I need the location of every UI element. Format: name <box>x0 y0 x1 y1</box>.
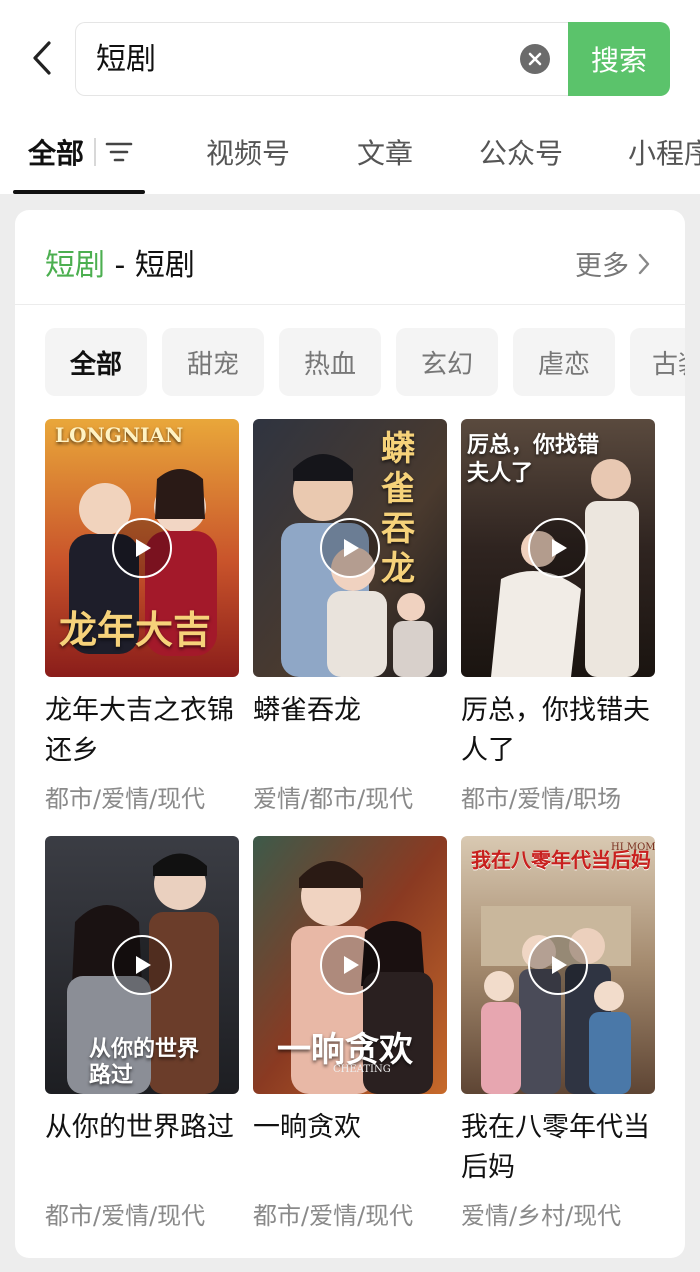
search-input[interactable]: 短剧 <box>96 38 156 82</box>
chip-angst-romance[interactable]: 虐恋 <box>513 328 615 396</box>
play-icon <box>344 539 359 557</box>
drama-title: 一晌贪欢 <box>253 1112 361 1143</box>
chip-sweet-romance[interactable]: 甜宠 <box>162 328 264 396</box>
drama-poster[interactable]: 从你的世界路过 <box>45 836 239 1094</box>
card-header: 短剧 - 短剧 更多 <box>15 210 685 305</box>
chevron-right-icon <box>638 253 650 274</box>
active-tab-indicator <box>13 190 145 194</box>
drama-tags: 都市/爱情/职场 <box>461 785 622 813</box>
filter-icon[interactable] <box>103 136 135 168</box>
clear-icon <box>528 52 542 66</box>
drama-item[interactable]: LONGNIAN 龙年大吉 龙年大吉之衣锦还乡 都市/爱情/现代 <box>45 419 239 813</box>
drama-tags: 都市/爱情/现代 <box>45 1202 206 1230</box>
category-tabs: 全部 视频号 文章 公众号 小程序 <box>0 118 700 194</box>
tab-articles[interactable]: 文章 <box>357 132 413 172</box>
card-title: 短剧 - 短剧 <box>45 240 195 284</box>
back-arrow-icon <box>33 41 51 75</box>
poster-title-text: 从你的世界路过 <box>89 1036 200 1088</box>
poster-subtitle-text: CHEATING <box>333 1064 391 1075</box>
drama-poster[interactable]: LONGNIAN 龙年大吉 <box>45 419 239 677</box>
drama-item[interactable]: 从你的世界路过 从你的世界路过 都市/爱情/现代 <box>45 836 239 1230</box>
drama-poster[interactable]: 我在八零年代当后妈 HI MOM <box>461 836 655 1094</box>
drama-item[interactable]: 厉总，你找错夫人了 厉总，你找错夫人了 都市/爱情/职场 <box>461 419 655 813</box>
poster-title-text: 厉总，你找错夫人了 <box>467 432 600 486</box>
card-title-rest: - 短剧 <box>105 248 195 283</box>
poster-title-text: 龙年大吉 <box>59 607 212 652</box>
top-bar: 短剧 搜索 <box>0 0 700 118</box>
search-button[interactable]: 搜索 <box>568 22 670 96</box>
drama-title: 蟒雀吞龙 <box>253 695 361 726</box>
drama-tags: 爱情/乡村/现代 <box>461 1202 622 1230</box>
short-drama-card: 短剧 - 短剧 更多 全部 甜宠 热血 玄幻 虐恋 古装 LONGNIAN <box>15 210 685 1258</box>
drama-title: 从你的世界路过 <box>45 1112 234 1143</box>
genre-chips: 全部 甜宠 热血 玄幻 虐恋 古装 <box>45 328 685 396</box>
chip-action[interactable]: 热血 <box>279 328 381 396</box>
chip-all[interactable]: 全部 <box>45 328 147 396</box>
play-button[interactable] <box>320 935 380 995</box>
drama-title: 龙年大吉之衣锦还乡 <box>45 695 234 766</box>
drama-tags: 都市/爱情/现代 <box>45 785 206 813</box>
play-button[interactable] <box>112 518 172 578</box>
chip-fantasy[interactable]: 玄幻 <box>396 328 498 396</box>
tab-all[interactable]: 全部 <box>28 132 84 172</box>
drama-item[interactable]: 蟒雀吞龙 蟒雀吞龙 爱情/都市/现代 <box>253 419 447 813</box>
drama-poster[interactable]: 一晌贪欢 CHEATING <box>253 836 447 1094</box>
play-icon <box>136 539 151 557</box>
drama-tags: 都市/爱情/现代 <box>253 1202 414 1230</box>
play-button[interactable] <box>112 935 172 995</box>
more-link[interactable]: 更多 <box>575 244 651 283</box>
drama-tags: 爱情/都市/现代 <box>253 785 414 813</box>
play-button[interactable] <box>320 518 380 578</box>
poster-subtitle-text: HI MOM <box>611 842 655 853</box>
more-label: 更多 <box>575 251 629 282</box>
play-button[interactable] <box>528 518 588 578</box>
tab-official-accounts[interactable]: 公众号 <box>479 132 563 172</box>
play-button[interactable] <box>528 935 588 995</box>
drama-poster[interactable]: 蟒雀吞龙 <box>253 419 447 677</box>
drama-title: 厉总，你找错夫人了 <box>461 695 650 766</box>
chip-period[interactable]: 古装 <box>630 328 685 396</box>
poster-top-text: LONGNIAN <box>55 423 184 447</box>
clear-search-button[interactable] <box>520 44 550 74</box>
play-icon <box>552 956 567 974</box>
drama-title: 我在八零年代当后妈 <box>461 1112 650 1183</box>
poster-title-text: 蟒雀吞龙 <box>381 429 415 589</box>
play-icon <box>552 539 567 557</box>
tab-divider <box>94 138 96 166</box>
back-button[interactable] <box>22 36 62 80</box>
play-icon <box>136 956 151 974</box>
card-title-keyword: 短剧 <box>45 248 105 283</box>
drama-item[interactable]: 一晌贪欢 CHEATING 一晌贪欢 都市/爱情/现代 <box>253 836 447 1230</box>
play-icon <box>344 956 359 974</box>
tab-mini-programs[interactable]: 小程序 <box>628 132 700 172</box>
drama-poster[interactable]: 厉总，你找错夫人了 <box>461 419 655 677</box>
tab-channels[interactable]: 视频号 <box>206 132 290 172</box>
drama-item[interactable]: 我在八零年代当后妈 HI MOM 我在八零年代当后妈 爱情/乡村/现代 <box>461 836 655 1230</box>
